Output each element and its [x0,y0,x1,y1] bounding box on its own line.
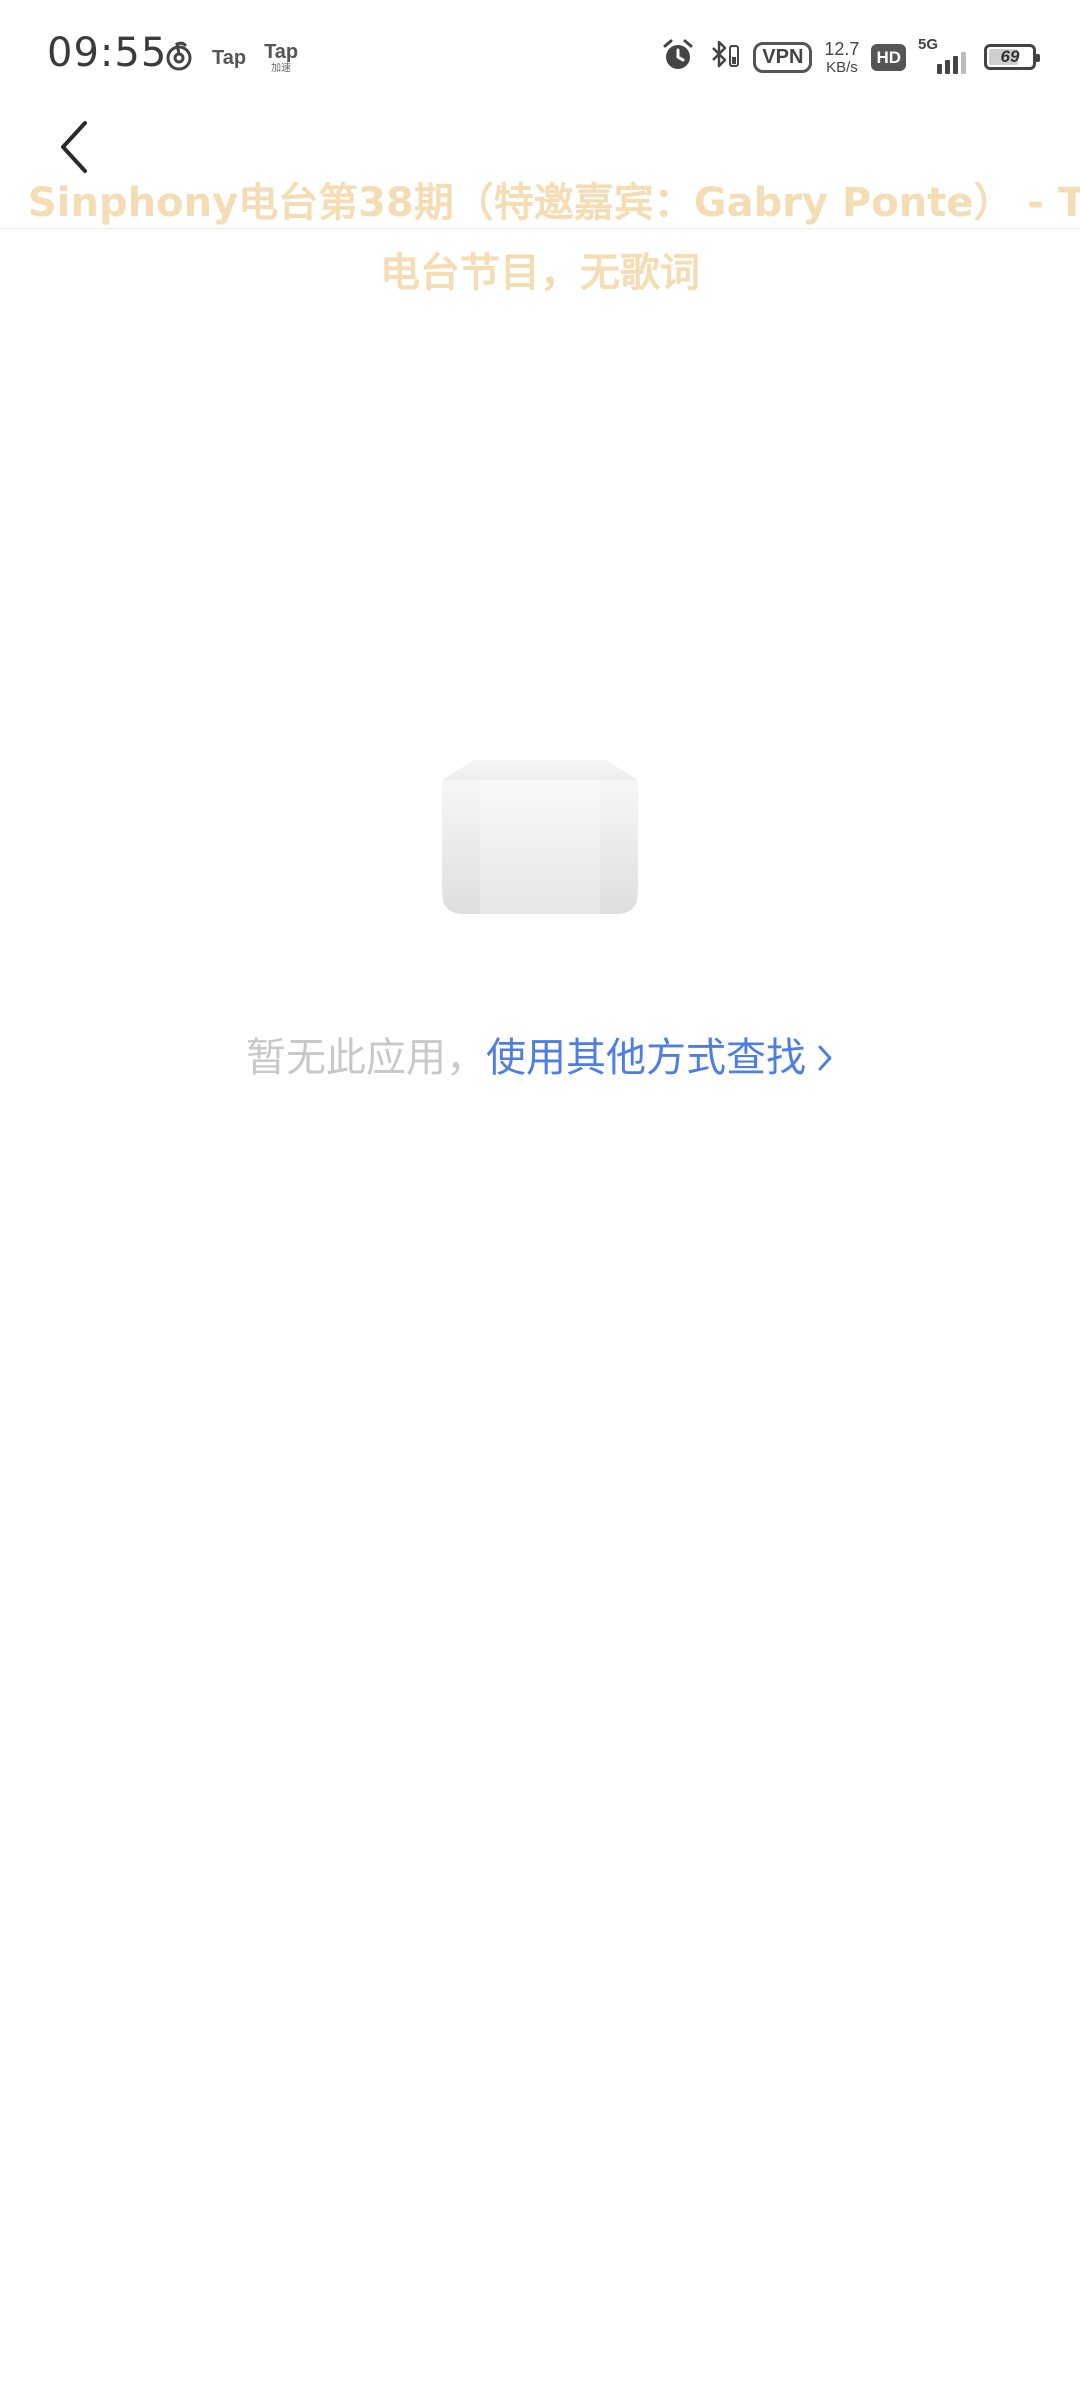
search-other-way-link[interactable]: 使用其他方式查找 [486,1030,834,1086]
hd-badge: HD [871,43,906,71]
floating-lyrics: Sinphony电台第38期（特邀嘉宾：Gabry Ponte） - Ti 电台… [0,168,1080,308]
bluetooth-battery-icon [707,38,741,76]
tap-icon: Tap [212,47,247,69]
search-other-way-label: 使用其他方式查找 [486,1035,806,1081]
nav-divider [0,228,1080,229]
tap-accelerator-icon: Tap 加速 [264,42,298,74]
tap-accelerator-sub: 加速 [271,63,292,74]
empty-box-icon [440,758,640,918]
status-time: 09:55 [47,30,168,76]
lyric-line-2: 电台节目，无歌词 [380,250,700,296]
tap-accelerator-label: Tap [264,41,299,63]
signal-icon: 5G [918,36,966,74]
network-type-label: 5G [918,36,939,53]
battery-level: 69 [1000,47,1020,66]
network-speed-unit: KB/s [826,58,858,76]
status-bar: 09:55 Tap Tap 加速 VPN 12.7 KB/s HD 5G 69 [0,0,1080,110]
status-left-icons: Tap Tap 加速 [164,36,298,80]
network-speed-value: 12.7 [824,38,860,59]
chevron-right-icon [818,1045,832,1071]
empty-text: 暂无此应用， [246,1035,486,1081]
alarm-icon [661,38,695,76]
battery-icon: 69 [984,44,1040,70]
back-button[interactable] [40,112,110,182]
status-right-icons: VPN 12.7 KB/s HD 5G 69 [661,34,1040,80]
chevron-left-icon [61,121,87,173]
empty-message: 暂无此应用， 使用其他方式查找 [0,1030,1080,1086]
network-speed: 12.7 KB/s [824,40,859,75]
vpn-badge: VPN [753,41,813,73]
netease-music-icon [164,40,194,76]
